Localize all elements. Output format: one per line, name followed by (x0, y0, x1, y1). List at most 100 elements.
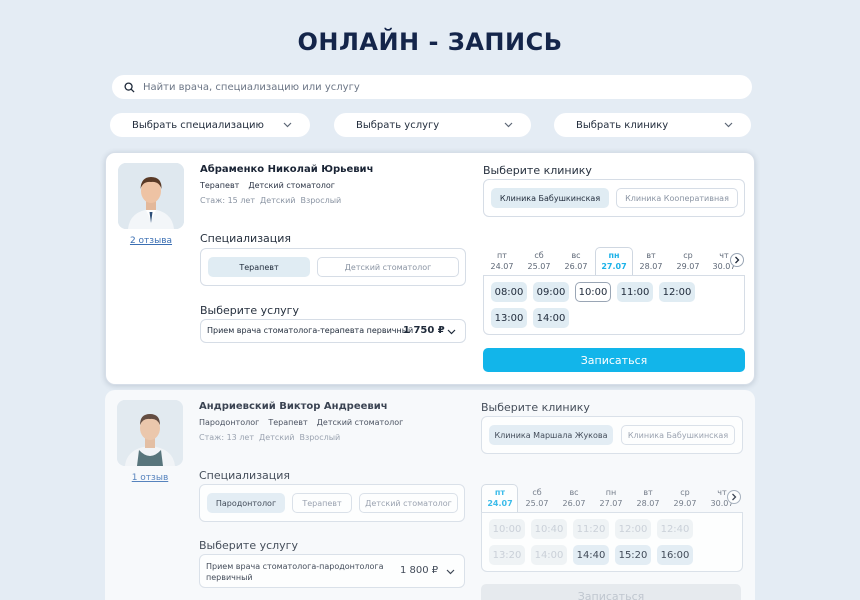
book-button[interactable]: Записаться (483, 348, 745, 372)
search-bar[interactable]: Найти врача, специализацию или услугу (112, 75, 752, 99)
day-tab-fri[interactable]: пт 24.07 (484, 250, 520, 272)
time-slot[interactable]: 13:00 (491, 308, 527, 328)
reviews-link[interactable]: 1 отзыв (117, 473, 183, 483)
specialization-chip[interactable]: Терапевт (208, 257, 310, 277)
service-heading: Выберите услугу (200, 304, 299, 317)
time-slot[interactable]: 08:00 (491, 282, 527, 302)
specialization-chip[interactable]: Детский стоматолог (359, 493, 458, 513)
service-select[interactable]: Прием врача стоматолога-терапевта первич… (200, 319, 466, 343)
day-date: 29.07 (676, 262, 700, 271)
service-select[interactable]: Прием врача стоматолога-пародонтолога пе… (199, 554, 465, 588)
service-heading: Выберите услугу (199, 539, 298, 552)
time-slot[interactable]: 09:00 (533, 282, 569, 302)
day-date: 26.07 (564, 262, 588, 271)
weekday: вс (569, 488, 579, 497)
time-slot-disabled: 13:20 (489, 545, 525, 565)
clinic-chip[interactable]: Клиника Бабушкинская (621, 425, 735, 445)
weekday: пн (605, 488, 617, 497)
time-slot[interactable]: 11:00 (617, 282, 653, 302)
search-icon (124, 81, 135, 93)
time-slot-disabled: 10:00 (489, 519, 525, 539)
clinic-selector: Клиника Бабушкинская Клиника Кооперативн… (483, 179, 745, 217)
time-slot[interactable]: 14:00 (533, 308, 569, 328)
time-slot-selected[interactable]: 10:00 (575, 282, 611, 302)
day-tab-wed[interactable]: ср 29.07 (670, 250, 706, 272)
time-slots-panel: 10:00 10:40 11:20 12:00 12:40 13:20 14:0… (481, 512, 743, 572)
reviews-link[interactable]: 2 отзыва (118, 236, 184, 246)
filter-service-label: Выбрать услугу (356, 119, 440, 131)
service-name: Прием врача стоматолога-пародонтолога пе… (206, 561, 384, 583)
doctor-experience: Стаж: 13 лет Детский Взрослый (199, 433, 340, 442)
clinic-heading: Выберите клинику (483, 164, 592, 177)
specialization-chip[interactable]: Пародонтолог (207, 493, 285, 513)
experience-text: Стаж: 13 лет (199, 433, 255, 442)
chevron-down-icon (446, 569, 455, 575)
filter-service[interactable]: Выбрать услугу (334, 113, 531, 137)
next-days-button[interactable] (727, 490, 741, 504)
day-tab-mon[interactable]: пн 27.07 (596, 250, 632, 272)
service-name: Прием врача стоматолога-терапевта первич… (207, 326, 414, 335)
day-date: 25.07 (527, 262, 551, 271)
day-date: 28.07 (639, 262, 663, 271)
day-date: 28.07 (636, 499, 660, 508)
weekday: вт (643, 488, 653, 497)
service-price: 1 750 ₽ (403, 325, 445, 336)
service-name-line: первичный (206, 573, 253, 582)
time-slot[interactable]: 12:00 (659, 282, 695, 302)
day-date: 29.07 (673, 499, 697, 508)
specialization-chip[interactable]: Терапевт (292, 493, 352, 513)
filter-clinic[interactable]: Выбрать клинику (554, 113, 751, 137)
chevron-right-icon (735, 256, 740, 264)
day-tab-fri[interactable]: пт 24.07 (482, 487, 518, 509)
chevron-down-icon (283, 122, 292, 128)
day-tab-mon[interactable]: пн 27.07 (593, 487, 629, 509)
doctor-tag: Детский стоматолог (248, 181, 335, 190)
page-title: ОНЛАЙН - ЗАПИСЬ (297, 28, 563, 56)
time-slot-disabled: 12:40 (657, 519, 693, 539)
specialization-heading: Специализация (200, 232, 292, 245)
clinic-chip[interactable]: Клиника Бабушкинская (491, 188, 609, 208)
chevron-right-icon (732, 493, 737, 501)
specialization-chip[interactable]: Детский стоматолог (317, 257, 459, 277)
time-slots-panel: 08:00 09:00 10:00 11:00 12:00 13:00 14:0… (483, 275, 745, 335)
specialization-selector: Пародонтолог Терапевт Детский стоматолог (199, 484, 465, 522)
filter-clinic-label: Выбрать клинику (576, 119, 669, 131)
day-tab-wed[interactable]: ср 29.07 (667, 487, 703, 509)
filter-specialization[interactable]: Выбрать специализацию (110, 113, 310, 137)
day-tab-sun[interactable]: вс 26.07 (558, 250, 594, 272)
time-slot[interactable]: 16:00 (657, 545, 693, 565)
patient-group: Взрослый (300, 196, 342, 205)
weekday: сб (534, 251, 544, 260)
search-input[interactable]: Найти врача, специализацию или услугу (143, 82, 360, 93)
filter-specialization-label: Выбрать специализацию (132, 119, 264, 131)
day-tab-tue[interactable]: вт 28.07 (630, 487, 666, 509)
clinic-chip[interactable]: Клиника Кооперативная (616, 188, 738, 208)
time-slot-disabled: 12:00 (615, 519, 651, 539)
weekday: вс (571, 251, 581, 260)
patient-group: Детский (259, 433, 295, 442)
day-tab-sat[interactable]: сб 25.07 (519, 487, 555, 509)
clinic-selector: Клиника Маршала Жукова Клиника Бабушкинс… (481, 416, 743, 454)
doctor-experience: Стаж: 15 лет Детский Взрослый (200, 196, 341, 205)
next-days-button[interactable] (730, 253, 744, 267)
chevron-down-icon (504, 122, 513, 128)
weekday: вт (646, 251, 656, 260)
clinic-chip[interactable]: Клиника Маршала Жукова (489, 425, 613, 445)
doctor-tag: Терапевт (200, 181, 240, 190)
day-tab-sat[interactable]: сб 25.07 (521, 250, 557, 272)
weekday: пт (497, 251, 507, 260)
time-slot[interactable]: 14:40 (573, 545, 609, 565)
doctor-tags: Терапевт Детский стоматолог (200, 181, 335, 190)
doctor-name: Абраменко Николай Юрьевич (200, 164, 374, 175)
day-tab-tue[interactable]: вт 28.07 (633, 250, 669, 272)
specialization-heading: Специализация (199, 469, 291, 482)
day-date: 27.07 (601, 262, 627, 271)
weekday: пт (494, 488, 506, 497)
service-name-line: Прием врача стоматолога-пародонтолога (206, 562, 384, 571)
time-slot[interactable]: 15:20 (615, 545, 651, 565)
doctor-card: 2 отзыва Абраменко Николай Юрьевич Терап… (105, 152, 755, 385)
day-tab-sun[interactable]: вс 26.07 (556, 487, 592, 509)
weekday: ср (683, 251, 693, 260)
service-price: 1 800 ₽ (400, 565, 439, 576)
time-slot-disabled: 10:40 (531, 519, 567, 539)
